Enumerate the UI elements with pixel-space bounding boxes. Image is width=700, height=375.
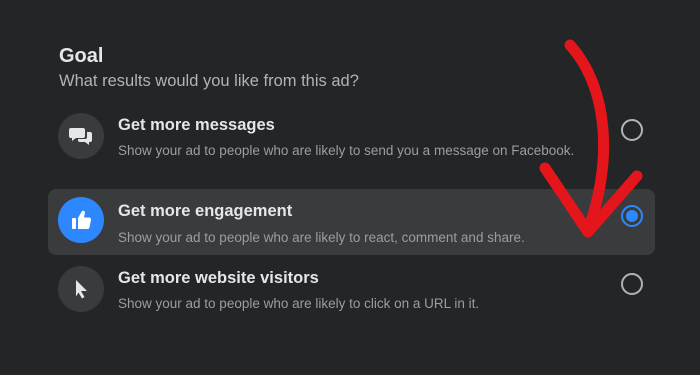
radio-get-more-website-visitors[interactable] (621, 273, 643, 295)
option-description: Show your ad to people who are likely to… (118, 296, 480, 311)
option-get-more-engagement[interactable]: Get more engagement Show your ad to peop… (48, 189, 655, 255)
option-title: Get more website visitors (118, 269, 319, 287)
option-get-more-website-visitors[interactable]: Get more website visitors Show your ad t… (48, 263, 655, 319)
goal-title: Goal (59, 45, 104, 67)
cursor-icon (58, 266, 104, 312)
option-title: Get more messages (118, 116, 275, 134)
radio-selected-dot (626, 210, 638, 222)
thumbs-up-icon (58, 197, 104, 243)
radio-get-more-messages[interactable] (621, 119, 643, 141)
option-title: Get more engagement (118, 202, 293, 220)
option-description: Show your ad to people who are likely to… (118, 143, 575, 158)
goal-subtitle: What results would you like from this ad… (59, 72, 359, 90)
radio-get-more-engagement[interactable] (621, 205, 643, 227)
chat-bubbles-icon (58, 113, 104, 159)
option-get-more-messages[interactable]: Get more messages Show your ad to people… (48, 108, 655, 180)
option-description: Show your ad to people who are likely to… (118, 230, 525, 245)
goal-panel: Goal What results would you like from th… (0, 0, 700, 375)
